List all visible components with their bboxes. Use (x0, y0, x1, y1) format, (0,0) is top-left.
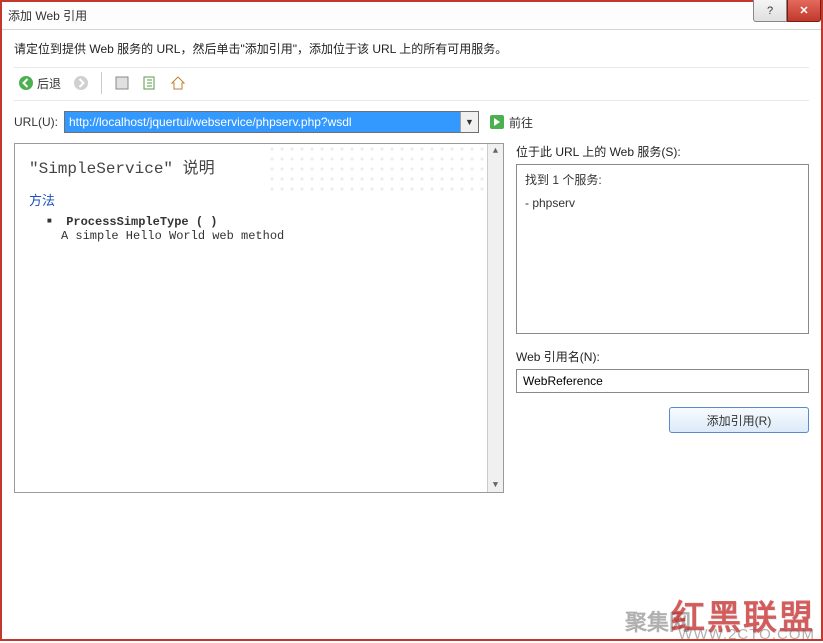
back-label: 后退 (37, 75, 61, 92)
add-reference-row: 添加引用(R) (516, 407, 809, 433)
service-title: "SimpleService" 说明 (29, 154, 489, 178)
go-label: 前往 (509, 114, 533, 131)
back-arrow-icon (18, 75, 34, 91)
titlebar: 添加 Web 引用 ? ✕ (2, 2, 821, 30)
instructions-text: 请定位到提供 Web 服务的 URL，然后单击"添加引用"，添加位于该 URL … (14, 40, 809, 57)
url-dropdown-arrow-icon[interactable]: ▼ (460, 112, 478, 132)
add-reference-button[interactable]: 添加引用(R) (669, 407, 809, 433)
dialog-content: 请定位到提供 Web 服务的 URL，然后单击"添加引用"，添加位于该 URL … (2, 30, 821, 639)
url-input[interactable] (65, 112, 460, 132)
home-icon (170, 75, 186, 91)
close-button[interactable]: ✕ (787, 0, 821, 22)
back-button[interactable]: 后退 (14, 73, 65, 94)
services-listbox[interactable]: 找到 1 个服务: - phpserv (516, 164, 809, 334)
method-name[interactable]: ProcessSimpleType ( ) (66, 215, 217, 229)
vertical-scrollbar[interactable]: ▲ ▼ (487, 144, 503, 492)
right-pane: 位于此 URL 上的 Web 服务(S): 找到 1 个服务: - phpser… (516, 143, 809, 635)
window-controls: ? ✕ (753, 2, 821, 29)
stop-button[interactable] (110, 73, 134, 93)
add-web-reference-dialog: 添加 Web 引用 ? ✕ 请定位到提供 Web 服务的 URL，然后单击"添加… (0, 0, 823, 641)
refresh-icon (142, 75, 158, 91)
main-area: "SimpleService" 说明 方法 ProcessSimpleType … (14, 143, 809, 635)
methods-header: 方法 (29, 190, 489, 209)
url-combobox[interactable]: ▼ (64, 111, 479, 133)
service-description-panel: "SimpleService" 说明 方法 ProcessSimpleType … (14, 143, 504, 493)
navigation-toolbar: 后退 (14, 67, 809, 101)
window-title: 添加 Web 引用 (8, 7, 87, 24)
refresh-button[interactable] (138, 73, 162, 93)
url-row: URL(U): ▼ 前往 (14, 111, 809, 133)
reference-name-input[interactable] (516, 369, 809, 393)
home-button[interactable] (166, 73, 190, 93)
scroll-down-icon[interactable]: ▼ (493, 478, 498, 492)
reference-name-label: Web 引用名(N): (516, 348, 809, 365)
toolbar-separator (101, 72, 102, 94)
method-list: ProcessSimpleType ( ) (29, 215, 489, 229)
method-item: ProcessSimpleType ( ) (47, 215, 489, 229)
url-label: URL(U): (14, 115, 58, 129)
forward-button[interactable] (69, 73, 93, 93)
method-description: A simple Hello World web method (29, 229, 489, 243)
services-list-label: 位于此 URL 上的 Web 服务(S): (516, 143, 809, 160)
scroll-up-icon[interactable]: ▲ (493, 144, 498, 158)
services-found-text: 找到 1 个服务: (525, 171, 800, 188)
left-pane: "SimpleService" 说明 方法 ProcessSimpleType … (14, 143, 504, 635)
go-arrow-icon (489, 114, 505, 130)
help-button[interactable]: ? (753, 0, 787, 22)
service-list-item[interactable]: - phpserv (525, 196, 800, 210)
go-button[interactable]: 前往 (485, 112, 537, 133)
stop-icon (114, 75, 130, 91)
forward-arrow-icon (73, 75, 89, 91)
